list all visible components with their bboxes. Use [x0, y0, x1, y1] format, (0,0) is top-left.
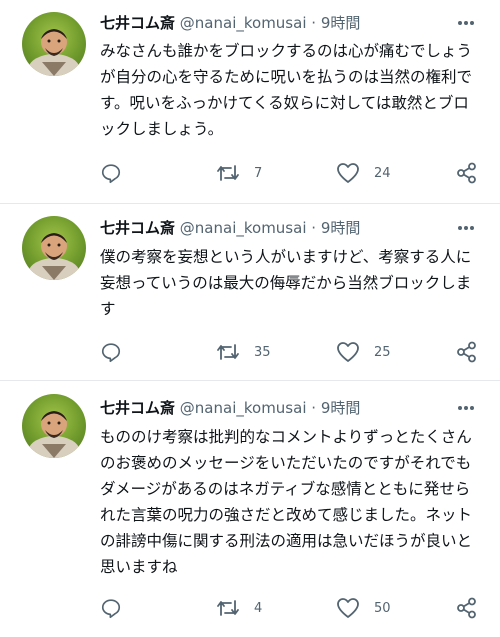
tweet-header: 七井コム斎 @nanai_komusai · 9時間: [100, 396, 360, 420]
reply-button[interactable]: [100, 337, 136, 367]
separator-dot: ·: [311, 14, 317, 32]
action-bar: 4 50: [0, 593, 500, 623]
heart-icon: [337, 342, 359, 362]
like-count: 25: [374, 344, 391, 360]
retweet-count: 4: [254, 600, 263, 616]
like-button[interactable]: 50: [336, 593, 391, 623]
user-handle[interactable]: @nanai_komusai: [180, 219, 307, 237]
retweet-button[interactable]: 7: [216, 158, 262, 188]
share-icon: [457, 597, 476, 619]
timestamp[interactable]: 9時間: [321, 399, 361, 417]
action-bar: 35 25: [0, 337, 500, 367]
retweet-button[interactable]: 4: [216, 593, 262, 623]
tweet-text: 僕の考察を妄想という人がいますけど、考察する人に妄想っていうのは最大の侮辱だから…: [100, 248, 472, 318]
timestamp[interactable]: 9時間: [321, 14, 361, 32]
display-name[interactable]: 七井コム斎: [100, 14, 175, 32]
more-dots-icon[interactable]: [455, 397, 477, 419]
heart-icon: [337, 598, 359, 618]
share-button[interactable]: [456, 337, 478, 367]
reply-icon: [101, 599, 121, 619]
tweet-text: もののけ考察は批判的なコメントよりずっとたくさんのお褒めのメッセージをいただいた…: [100, 428, 473, 576]
tweet[interactable]: 七井コム斎 @nanai_komusai · 9時間 もののけ考察は批判的なコメ…: [0, 381, 500, 637]
retweet-count: 7: [254, 165, 263, 181]
reply-button[interactable]: [100, 593, 136, 623]
retweet-icon: [217, 344, 239, 360]
display-name[interactable]: 七井コム斎: [100, 219, 175, 237]
separator-dot: ·: [311, 219, 317, 237]
display-name[interactable]: 七井コム斎: [100, 399, 175, 417]
share-icon: [457, 162, 476, 184]
retweet-icon: [217, 600, 239, 616]
retweet-icon: [217, 165, 239, 181]
share-icon: [457, 341, 476, 363]
tweet[interactable]: 七井コム斎 @nanai_komusai · 9時間 みなさんも誰かをブロックす…: [0, 0, 500, 203]
like-button[interactable]: 24: [336, 158, 391, 188]
user-handle[interactable]: @nanai_komusai: [180, 399, 307, 417]
share-button[interactable]: [456, 158, 478, 188]
action-bar: 7 24: [0, 158, 500, 188]
tweet-header: 七井コム斎 @nanai_komusai · 9時間: [100, 216, 360, 240]
timestamp[interactable]: 9時間: [321, 219, 361, 237]
retweet-count: 35: [254, 344, 271, 360]
more-dots-icon[interactable]: [455, 12, 477, 34]
avatar[interactable]: [22, 394, 86, 458]
reply-icon: [101, 164, 121, 184]
more-dots-icon[interactable]: [455, 217, 477, 239]
retweet-button[interactable]: 35: [216, 337, 271, 367]
reply-button[interactable]: [100, 158, 136, 188]
heart-icon: [337, 163, 359, 183]
like-count: 50: [374, 600, 391, 616]
tweet-text: みなさんも誰かをブロックするのは心が痛むでしょうが自分の心を守るために呪いを払う…: [100, 42, 473, 138]
avatar[interactable]: [22, 12, 86, 76]
like-count: 24: [374, 165, 391, 181]
tweet[interactable]: 七井コム斎 @nanai_komusai · 9時間 僕の考察を妄想という人がい…: [0, 204, 500, 380]
share-button[interactable]: [456, 593, 478, 623]
avatar[interactable]: [22, 216, 86, 280]
like-button[interactable]: 25: [336, 337, 391, 367]
timeline: 七井コム斎 @nanai_komusai · 9時間 みなさんも誰かをブロックす…: [0, 0, 500, 637]
reply-icon: [101, 343, 121, 363]
separator-dot: ·: [311, 399, 317, 417]
tweet-header: 七井コム斎 @nanai_komusai · 9時間: [100, 11, 360, 35]
user-handle[interactable]: @nanai_komusai: [180, 14, 307, 32]
